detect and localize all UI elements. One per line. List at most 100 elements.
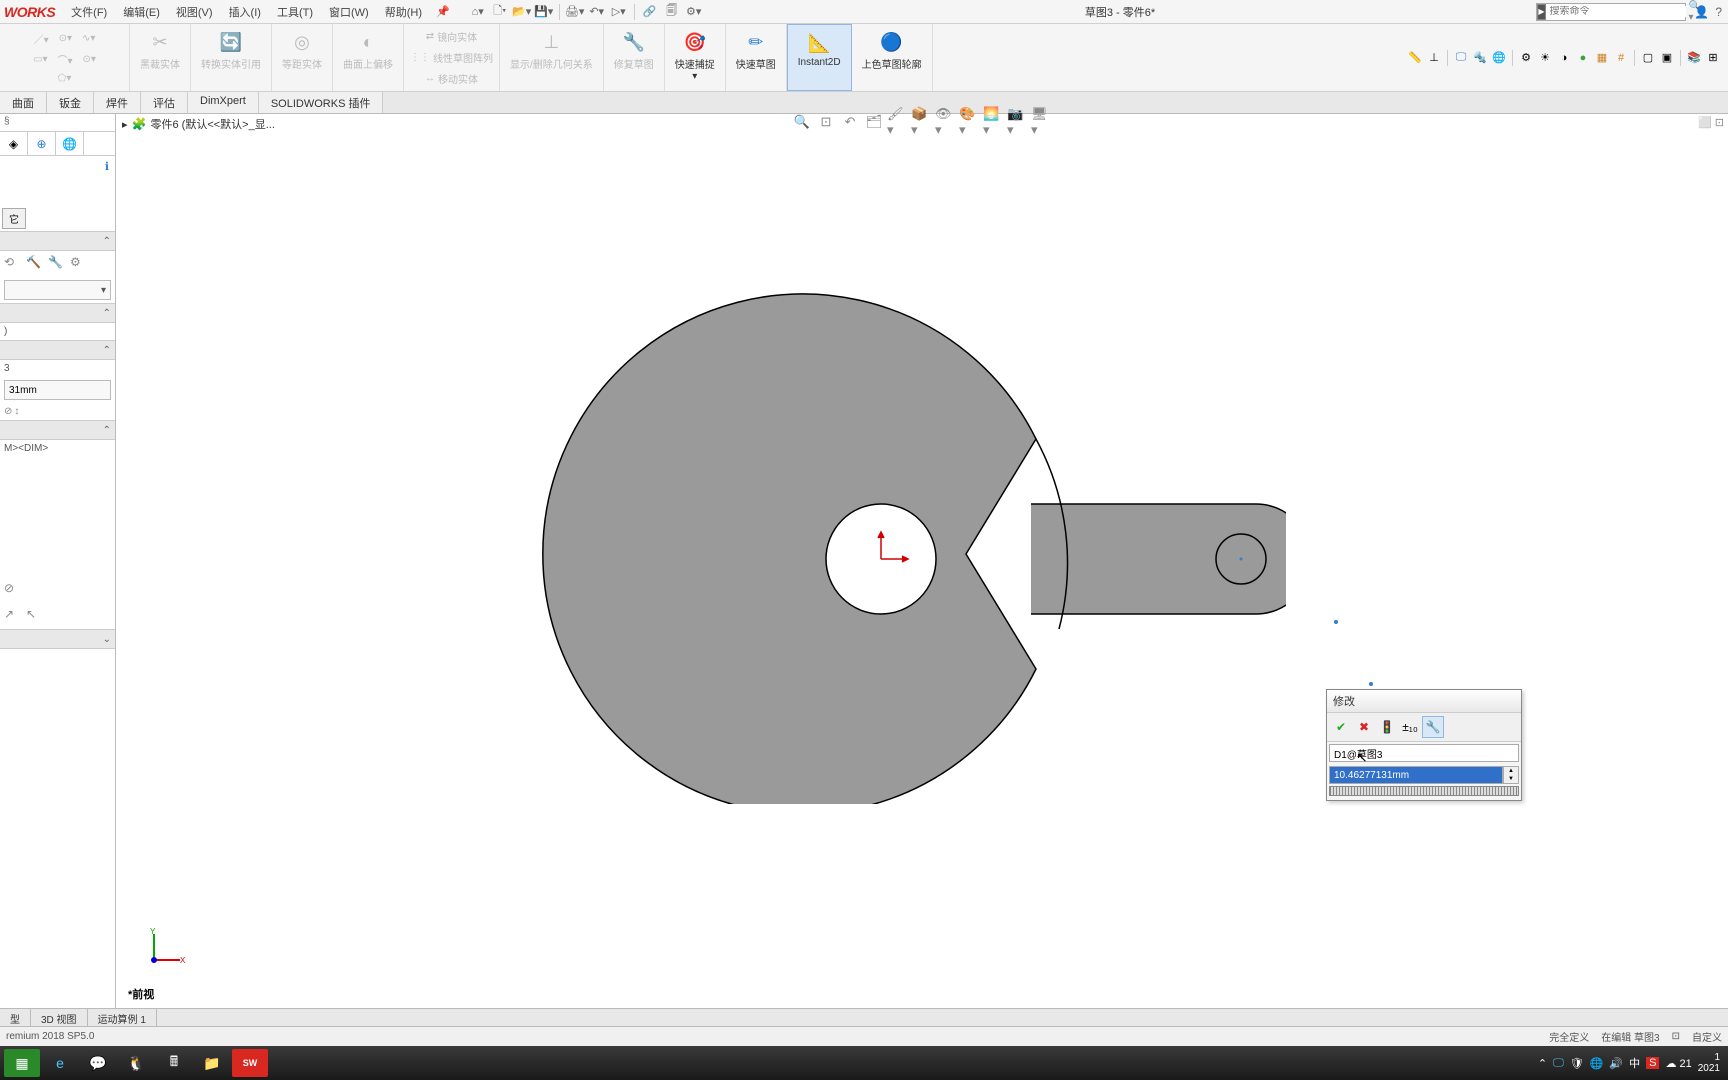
home-icon[interactable]: ⌂▾ [468,3,488,21]
shade-sketch-button[interactable]: 🔵上色草图轮廓 [856,26,928,73]
dim-icon-b[interactable]: ↕ [14,406,19,417]
pin-icon[interactable]: 📌 [430,5,456,18]
render-icon[interactable]: 📷▾ [1007,111,1029,133]
new-icon[interactable]: 🗋▾ [490,3,510,21]
start-button[interactable]: ▦ [4,1049,40,1077]
tab-evaluate[interactable]: 评估 [141,92,188,113]
dimension-value-input[interactable] [1329,766,1503,784]
menu-insert[interactable]: 插入(I) [221,4,269,20]
linear-pattern-button[interactable]: ⋮⋮ 线性草图阵列 [408,49,495,66]
menu-help[interactable]: 帮助(H) [377,4,430,20]
save-icon[interactable]: 💾▾ [534,3,554,21]
dimension-thumbwheel[interactable] [1329,786,1519,796]
search-play-icon[interactable]: ▶ [1537,4,1545,20]
undo-icon[interactable]: ↶▾ [587,3,607,21]
arc-tool-icon[interactable]: ⌒▾ [56,51,75,68]
section-header-3[interactable]: ⌃ [0,340,115,360]
quick-snap-button[interactable]: 🎯快速捕捉▾ [669,26,721,84]
quick-sketch-button[interactable]: ✏快速草图 [730,26,782,73]
calc-icon[interactable]: 🖩 [156,1049,192,1077]
green-circle-icon[interactable]: ● [1574,49,1592,67]
point-tool-icon[interactable]: ⊙▾ [81,53,98,66]
hide-show-icon[interactable]: 👁▾ [935,111,957,133]
menu-file[interactable]: 文件(F) [63,4,115,20]
search-input[interactable] [1546,6,1686,17]
tray-ime[interactable]: 中 [1629,1055,1640,1071]
expand-icon[interactable]: ▸ [122,118,128,131]
leader-icon-1[interactable]: ↗ [4,607,22,625]
dialog-reverse-button[interactable]: ±₁₀ [1399,716,1421,738]
icon-1[interactable]: ⟲ [4,255,22,273]
rebuild-icon[interactable]: 🔗 [640,3,660,21]
settings-icon[interactable]: ⚙▾ [684,3,704,21]
scene-icon[interactable]: 🌅▾ [983,111,1005,133]
tray-up-icon[interactable]: ⌃ [1538,1057,1547,1070]
solidworks-taskbar-icon[interactable]: SW [232,1049,268,1077]
hash-icon[interactable]: # [1612,49,1630,67]
edge-icon[interactable]: e [42,1049,78,1077]
move-button[interactable]: ↔ 移动实体 [423,70,480,87]
tab-surface[interactable]: 曲面 [0,92,47,113]
line-tool-icon[interactable]: ／▾ [32,30,51,47]
dim-handle-bottom[interactable] [1368,681,1374,687]
circle-tool-icon[interactable]: ⊙▾ [57,32,74,45]
screen-icon[interactable]: 🖵 [1452,49,1470,67]
panel-icon[interactable]: ⊞ [1704,49,1722,67]
tab-sheetmetal[interactable]: 钣金 [47,92,94,113]
tab-motion[interactable]: 运动算例 1 [88,1009,157,1026]
dim-value-input[interactable] [4,380,111,400]
grid-icon[interactable]: ▦ [1593,49,1611,67]
tab-addins[interactable]: SOLIDWORKS 插件 [259,92,384,113]
status-custom[interactable]: 自定义 [1692,1029,1722,1044]
rect-tool-icon[interactable]: ▭▾ [31,53,49,66]
tab-model[interactable]: 型 [0,1009,31,1026]
icon-2[interactable]: 🔨 [26,255,44,273]
perp-icon[interactable]: ⊥ [1425,49,1443,67]
icon-4[interactable]: ⚙ [70,255,88,273]
spin-down-icon[interactable]: ▼ [1504,775,1518,783]
layers-icon[interactable]: 📚 [1685,49,1703,67]
search-box[interactable]: ▶ 🔍▾ [1536,3,1686,21]
options-icon[interactable]: 🗐 [662,3,682,21]
tray-shield-icon[interactable]: 🛡 [1570,1057,1584,1070]
panel-tab-3[interactable]: 🌐 [56,132,84,155]
section-header-4[interactable]: ⌃ [0,420,115,440]
confirm-corner-ok[interactable]: ⬜ [1698,116,1712,129]
open-icon[interactable]: 📂▾ [512,3,532,21]
eclipse-icon[interactable]: ◑ [1555,49,1573,67]
appearance-icon[interactable]: 🎨▾ [959,111,981,133]
spline-tool-icon[interactable]: ∿▾ [80,32,97,45]
convert-button[interactable]: 🔄转换实体引用 [195,26,267,73]
section-header-2[interactable]: ⌃ [0,303,115,323]
section-view-icon[interactable]: 🗂 [863,111,885,133]
panel-help-icon[interactable]: ℹ [0,156,115,176]
section-header-1[interactable]: ⌃ [0,231,115,251]
dialog-cancel-button[interactable]: ✖ [1353,716,1375,738]
breadcrumb[interactable]: ▸ 🧩 零件6 (默认<<默认>_显... [122,116,275,132]
polygon-tool-icon[interactable]: ⬠▾ [56,72,74,85]
menu-edit[interactable]: 编辑(E) [115,4,168,20]
ruler-icon[interactable]: 📏 [1406,49,1424,67]
panel-tab-1[interactable]: ◈ [0,132,28,155]
offset-button[interactable]: ◎等距实体 [276,26,328,73]
show-delete-relations-button[interactable]: ⊥显示/删除几何关系 [504,26,599,73]
panel-tab-2[interactable]: ⊕ [28,132,56,155]
graphics-area[interactable]: ▸ 🧩 零件6 (默认<<默认>_显... 🔍 ⊡ ↶ 🗂 🖌▾ 📦▾ 👁▾ 🎨… [116,114,1728,1008]
dialog-ok-button[interactable]: ✔ [1330,716,1352,738]
menu-view[interactable]: 视图(V) [168,4,221,20]
dim-handle-top[interactable] [1333,619,1339,625]
tab-dimxpert[interactable]: DimXpert [188,92,259,113]
repair-sketch-button[interactable]: 🔧修复草图 [608,26,660,73]
spin-up-icon[interactable]: ▲ [1504,767,1518,775]
user-icon[interactable]: 👤 [1694,5,1709,19]
zoom-fit-icon[interactable]: 🔍 [791,111,813,133]
dialog-spin-button[interactable]: 🔧 [1422,716,1444,738]
view-orientation-icon[interactable]: 📦▾ [911,111,933,133]
qq-icon[interactable]: 🐧 [118,1049,154,1077]
menu-tools[interactable]: 工具(T) [269,4,321,20]
dialog-rebuild-button[interactable]: 🚦 [1376,716,1398,738]
zoom-area-icon[interactable]: ⊡ [815,111,837,133]
offset-surface-button[interactable]: ◐曲面上偏移 [337,26,399,73]
explorer-icon[interactable]: 📁 [194,1049,230,1077]
tray-monitor-icon[interactable]: 🖵 [1553,1057,1564,1070]
